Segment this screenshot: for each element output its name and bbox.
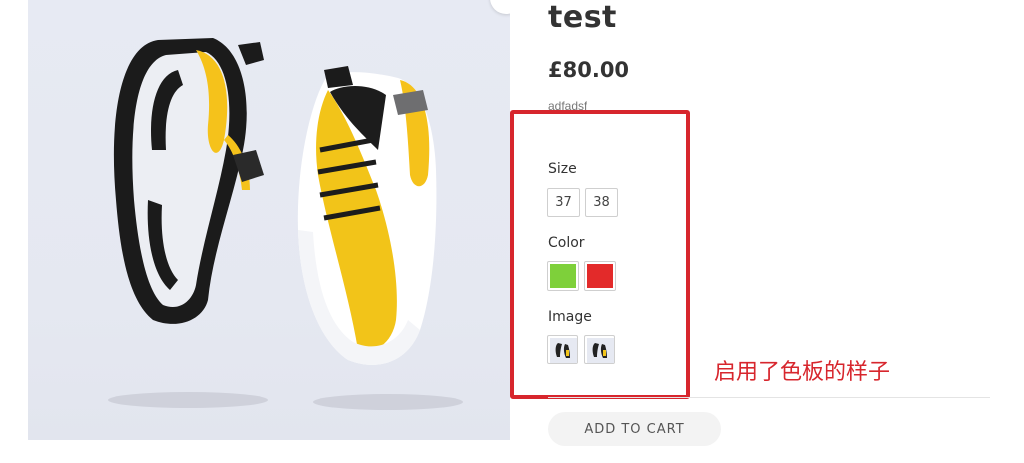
divider bbox=[548, 397, 990, 398]
image-option-1[interactable] bbox=[547, 335, 578, 364]
add-to-cart-button[interactable]: ADD TO CART bbox=[548, 412, 721, 446]
image-option-2[interactable] bbox=[584, 335, 615, 364]
color-label: Color bbox=[548, 235, 585, 251]
left-shoe bbox=[113, 38, 264, 324]
size-label: Size bbox=[548, 161, 577, 177]
color-fill-green bbox=[550, 264, 576, 288]
product-title: test bbox=[548, 0, 617, 35]
size-option-38[interactable]: 38 bbox=[585, 188, 618, 217]
sneakers-illustration bbox=[108, 38, 463, 410]
color-fill-red bbox=[587, 264, 613, 288]
size-option-37[interactable]: 37 bbox=[547, 188, 580, 217]
annotation-text: 启用了色板的样子 bbox=[714, 360, 891, 385]
image-label: Image bbox=[548, 309, 592, 325]
product-price: £80.00 bbox=[548, 58, 630, 82]
product-image[interactable] bbox=[28, 0, 510, 440]
shoe-thumbnail-icon bbox=[587, 338, 614, 363]
color-option-red[interactable] bbox=[584, 261, 616, 291]
color-option-green[interactable] bbox=[547, 261, 579, 291]
right-shoe bbox=[297, 66, 437, 365]
shoe-thumbnail-icon bbox=[550, 338, 577, 363]
